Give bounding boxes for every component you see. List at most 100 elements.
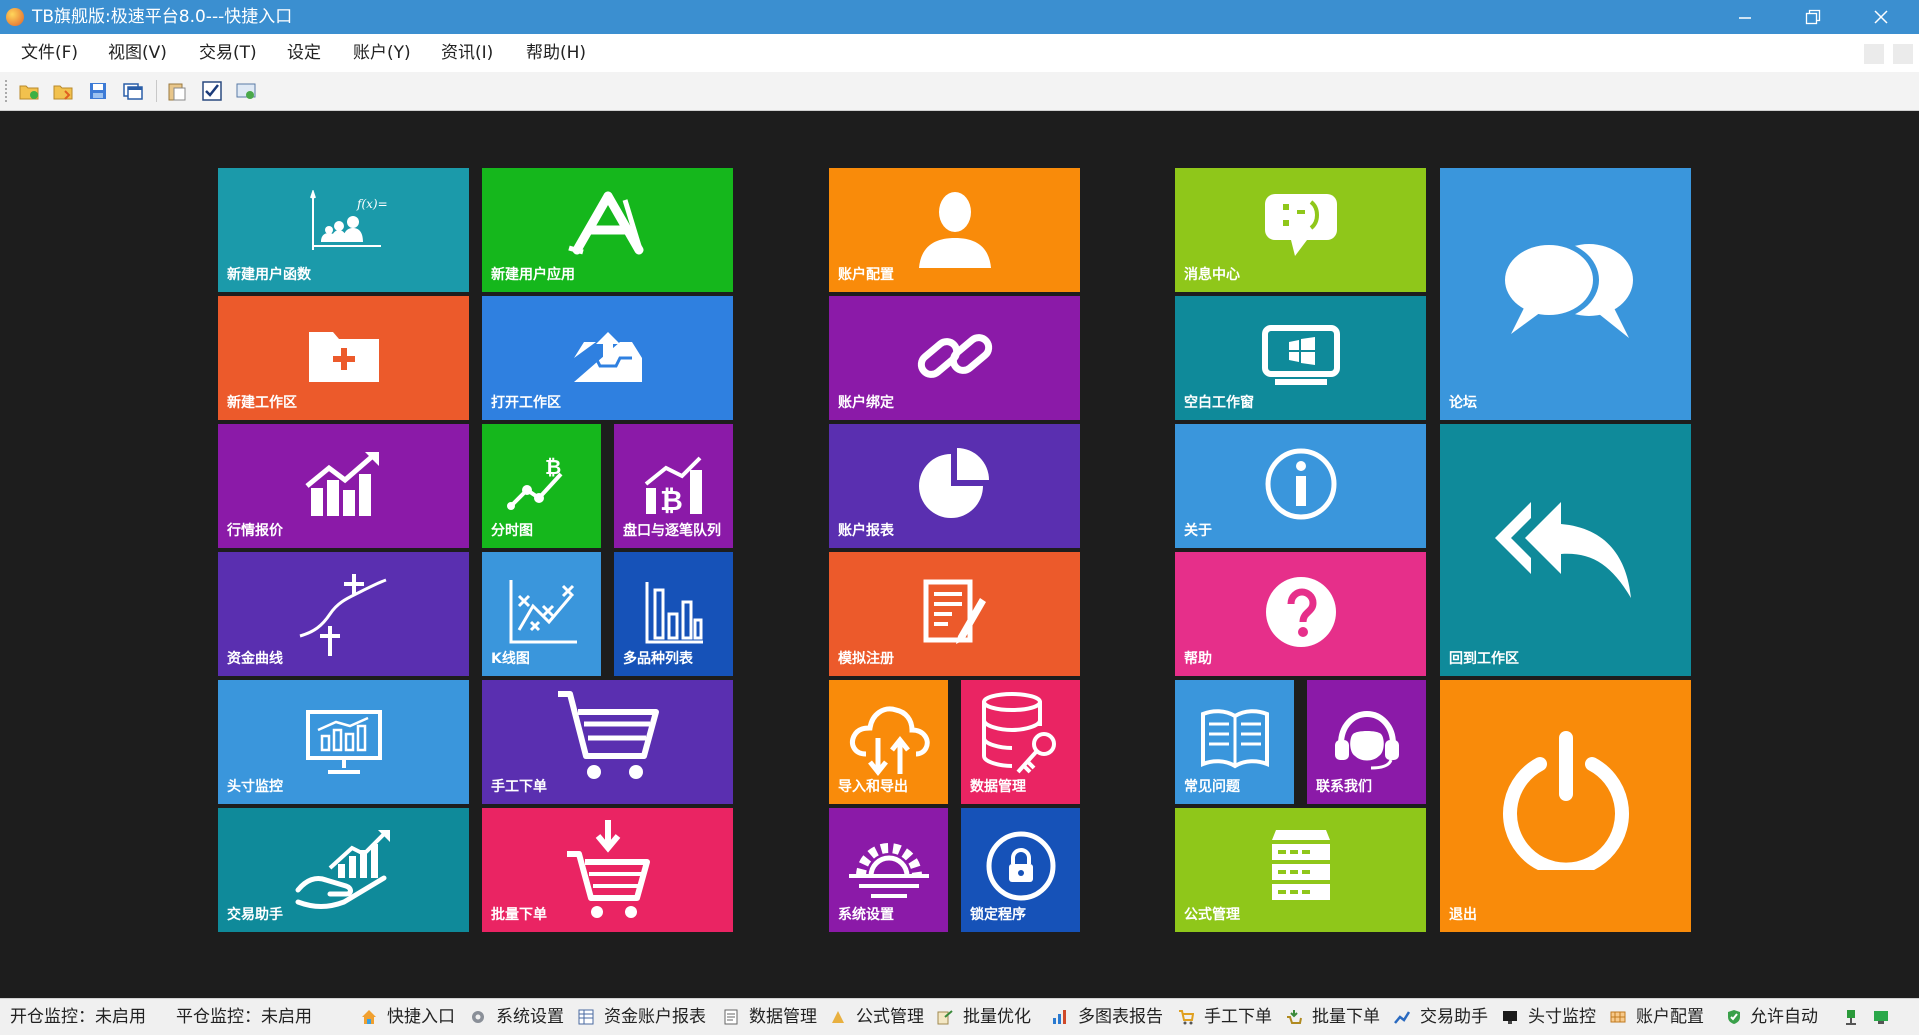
status-link-formula-mgmt[interactable]: 公式管理 [856,999,924,1035]
checkbox-icon[interactable] [201,80,223,102]
tile-contact[interactable]: 联系我们 [1307,680,1426,804]
tile-trade-assist[interactable]: 交易助手 [218,808,469,932]
bar-list-icon [645,582,703,644]
tile-quote[interactable]: 行情报价 [218,424,469,548]
tile-sim-register[interactable]: 模拟注册 [829,552,1080,676]
tile-label: 账户报表 [838,523,894,539]
status-link-quick-entry[interactable]: 快捷入口 [387,999,455,1035]
tile-label: 系统设置 [838,907,894,923]
status-link-multi-chart-report[interactable]: 多图表报告 [1078,999,1163,1035]
tile-help[interactable]: 帮助 [1175,552,1426,676]
document-icon [723,1009,739,1025]
status-link-fund-report[interactable]: 资金账户报表 [604,999,706,1035]
status-link-batch-order[interactable]: 批量下单 [1312,999,1380,1035]
app-logo-icon [6,8,24,26]
menu-help[interactable]: 帮助(H) [526,34,586,72]
tile-forum[interactable]: 论坛 [1440,168,1691,420]
tile-about[interactable]: 关于 [1175,424,1426,548]
mdi-restore-button[interactable] [1893,44,1913,64]
tile-batch-order[interactable]: 批量下单 [482,808,733,932]
scatter-chart-icon [509,580,577,644]
tile-label: 盘口与逐笔队列 [623,523,721,539]
tile-account-config[interactable]: 账户配置 [829,168,1080,292]
account-grid-icon [1610,1009,1626,1025]
menu-news[interactable]: 资讯(I) [441,34,493,72]
status-link-data-mgmt[interactable]: 数据管理 [749,999,817,1035]
link-icon [917,334,992,378]
tile-label: 新建用户函数 [227,267,311,283]
windows-icon[interactable] [122,80,144,102]
tile-label: 帮助 [1184,651,1212,667]
tile-label: 导入和导出 [838,779,908,795]
tile-blank-window[interactable]: 空白工作窗 [1175,296,1426,420]
tile-lock[interactable]: 锁定程序 [961,808,1080,932]
tile-account-report[interactable]: 账户报表 [829,424,1080,548]
windows-monitor-icon [1261,325,1340,385]
menu-settings[interactable]: 设定 [287,34,321,72]
menu-trade[interactable]: 交易(T) [199,34,257,72]
toolbar-separator [156,80,157,102]
tile-new-user-function[interactable]: f(x)= 新建用户函数 [218,168,469,292]
tile-exit[interactable]: 退出 [1440,680,1691,932]
tile-kline[interactable]: K线图 [482,552,601,676]
tile-sys-settings[interactable]: 系统设置 [829,808,948,932]
status-link-account-config[interactable]: 账户配置 [1636,999,1704,1035]
close-button[interactable] [1852,0,1910,34]
tile-fund-curve[interactable]: 资金曲线 [218,552,469,676]
title-bar: TB旗舰版:极速平台8.0---快捷入口 [0,0,1919,34]
tile-data-mgmt[interactable]: 数据管理 [961,680,1080,804]
tile-manual-order[interactable]: 手工下单 [482,680,733,804]
settings-icon[interactable] [235,80,257,102]
save-icon[interactable] [87,80,109,102]
folder-add-icon [308,332,379,382]
tile-new-workspace[interactable]: 新建工作区 [218,296,469,420]
toolbar-grip [5,80,9,102]
status-link-allow-auto[interactable]: 允许自动 [1750,999,1818,1035]
bitcoin-bar-icon: ₿ [644,456,702,516]
status-link-manual-order[interactable]: 手工下单 [1204,999,1272,1035]
tile-label: 模拟注册 [838,651,894,667]
tile-time-chart[interactable]: ₿ 分时图 [482,424,601,548]
new-icon[interactable] [18,80,40,102]
tile-orderbook[interactable]: ₿ 盘口与逐笔队列 [614,424,733,548]
optimize-icon [937,1009,953,1025]
tile-label: 账户绑定 [838,395,894,411]
tile-message-center[interactable]: 消息中心 [1175,168,1426,292]
status-link-batch-optimize[interactable]: 批量优化 [963,999,1031,1035]
tile-position-monitor[interactable]: 头寸监控 [218,680,469,804]
tile-label: 退出 [1449,907,1477,923]
tile-faq[interactable]: 常见问题 [1175,680,1294,804]
menu-view[interactable]: 视图(V) [108,34,167,72]
inbox-upload-icon [573,332,642,382]
open-icon[interactable] [52,80,74,102]
tile-return-workspace[interactable]: 回到工作区 [1440,424,1691,676]
status-link-sys-settings[interactable]: 系统设置 [496,999,564,1035]
question-icon [1265,577,1336,647]
mdi-minimize-button[interactable] [1864,44,1884,64]
tile-account-bind[interactable]: 账户绑定 [829,296,1080,420]
tile-label: 数据管理 [970,779,1026,795]
tile-label: 新建用户应用 [491,267,575,283]
tile-import-export[interactable]: 导入和导出 [829,680,948,804]
tile-label: 常见问题 [1184,779,1240,795]
power-icon [1502,731,1629,870]
status-link-trade-assist[interactable]: 交易助手 [1420,999,1488,1035]
restore-button[interactable] [1784,0,1842,34]
menu-file[interactable]: 文件(F) [21,34,78,72]
tile-open-workspace[interactable]: 打开工作区 [482,296,733,420]
gear-icon [848,843,929,898]
menu-account[interactable]: 账户(Y) [353,34,411,72]
shield-icon [1726,1009,1742,1025]
bitcoin-line-icon: ₿ [506,456,562,510]
chat-bubbles-icon [1498,240,1633,338]
paste-icon[interactable] [166,80,188,102]
minimize-button[interactable] [1716,0,1774,34]
shopping-cart-icon [557,691,659,779]
cart-icon [1178,1009,1195,1025]
tile-formula-mgmt[interactable]: 公式管理 [1175,808,1426,932]
tile-new-user-app[interactable]: 新建用户应用 [482,168,733,292]
function-chart-icon: f(x)= [309,190,387,250]
status-link-position-monitor[interactable]: 头寸监控 [1528,999,1596,1035]
connection-icon [1843,1009,1859,1025]
tile-multi-list[interactable]: 多品种列表 [614,552,733,676]
